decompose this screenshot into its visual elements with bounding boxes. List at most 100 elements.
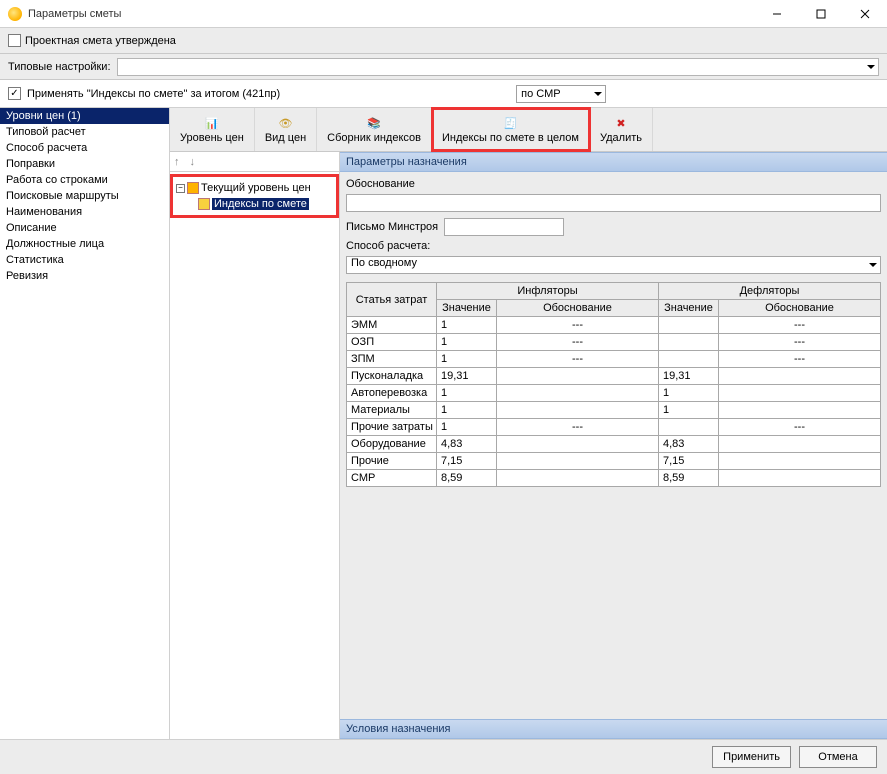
coefficients-table: Статья затрат Инфляторы Дефляторы Значен… (346, 282, 881, 487)
table-cell[interactable] (497, 368, 659, 385)
table-cell[interactable]: СМР (347, 470, 437, 487)
table-cell[interactable]: --- (719, 419, 881, 436)
tree-root[interactable]: − Текущий уровень цен (176, 180, 333, 196)
table-cell[interactable]: Прочие (347, 453, 437, 470)
table-cell[interactable] (719, 402, 881, 419)
table-cell[interactable]: 7,15 (437, 453, 497, 470)
basis-label: Обоснование (346, 178, 415, 190)
tree-collapse-icon[interactable]: − (176, 184, 185, 193)
table-cell[interactable]: --- (497, 351, 659, 368)
table-cell[interactable] (719, 470, 881, 487)
method-select[interactable]: По сводному (346, 256, 881, 274)
table-cell[interactable]: ЭММ (347, 317, 437, 334)
method-row: Способ расчета: (346, 240, 881, 252)
params-body: Обоснование Письмо Минстроя Способ расче… (340, 172, 887, 719)
toolbar: 📊Уровень цен👁Вид цен📚Сборник индексов🧾Ин… (170, 108, 887, 152)
table-cell[interactable]: 1 (437, 334, 497, 351)
th-item: Статья затрат (347, 283, 437, 317)
table-cell[interactable]: --- (719, 351, 881, 368)
tree-child[interactable]: Индексы по смете (176, 196, 333, 212)
apply-indices-checkbox[interactable] (8, 87, 21, 100)
toolbar-label: Уровень цен (180, 132, 244, 144)
table-cell[interactable] (497, 453, 659, 470)
minimize-button[interactable] (755, 0, 799, 28)
toolbar-label: Вид цен (265, 132, 306, 144)
table-cell[interactable]: 1 (659, 385, 719, 402)
table-cell[interactable]: 4,83 (659, 436, 719, 453)
table-cell[interactable]: 4,83 (437, 436, 497, 453)
arrow-up-icon[interactable]: ↑ (174, 156, 180, 168)
table-cell[interactable] (719, 385, 881, 402)
table-cell[interactable] (497, 470, 659, 487)
leftnav-item[interactable]: Способ расчета (0, 140, 169, 156)
th-defl-basis: Обоснование (719, 300, 881, 317)
table-cell[interactable] (719, 453, 881, 470)
table-cell[interactable]: --- (719, 317, 881, 334)
typical-dropdown[interactable] (117, 58, 879, 76)
leftnav-item[interactable]: Работа со строками (0, 172, 169, 188)
leftnav-item[interactable]: Ревизия (0, 268, 169, 284)
arrow-down-icon[interactable]: ↓ (190, 156, 196, 168)
table-cell[interactable]: 8,59 (437, 470, 497, 487)
table-cell[interactable]: 7,15 (659, 453, 719, 470)
table-cell[interactable]: --- (719, 334, 881, 351)
table-cell[interactable] (659, 334, 719, 351)
table-cell[interactable]: 1 (437, 351, 497, 368)
method-value: По сводному (351, 257, 417, 269)
apply-indices-label: Применять "Индексы по смете" за итогом (… (27, 88, 280, 100)
table-cell[interactable] (497, 436, 659, 453)
letter-input[interactable] (444, 218, 564, 236)
table-cell[interactable]: ОЗП (347, 334, 437, 351)
table-cell[interactable] (659, 419, 719, 436)
table-cell[interactable]: ЗПМ (347, 351, 437, 368)
leftnav-item[interactable]: Типовой расчет (0, 124, 169, 140)
leftnav-item[interactable]: Описание (0, 220, 169, 236)
toolbar-button[interactable]: 📚Сборник индексов (317, 108, 432, 151)
leftnav-item[interactable]: Наименования (0, 204, 169, 220)
table-cell[interactable] (497, 402, 659, 419)
table-cell[interactable] (497, 385, 659, 402)
leftnav-item[interactable]: Уровни цен (1) (0, 108, 169, 124)
table-cell[interactable] (659, 317, 719, 334)
maximize-button[interactable] (799, 0, 843, 28)
toolbar-button[interactable]: 📊Уровень цен (170, 108, 255, 151)
toolbar-button[interactable]: 🧾Индексы по смете в целом (432, 108, 590, 151)
table-cell[interactable]: 1 (437, 402, 497, 419)
table-cell[interactable]: 1 (437, 385, 497, 402)
table-cell[interactable]: 1 (437, 317, 497, 334)
leftnav-item[interactable]: Поправки (0, 156, 169, 172)
main-panel: 📊Уровень цен👁Вид цен📚Сборник индексов🧾Ин… (170, 108, 887, 739)
leftnav-item[interactable]: Поисковые маршруты (0, 188, 169, 204)
close-button[interactable] (843, 0, 887, 28)
toolbar-icon: 🧾 (501, 115, 519, 131)
table-cell[interactable]: Пусконаладка (347, 368, 437, 385)
leftnav-item[interactable]: Статистика (0, 252, 169, 268)
basis-input[interactable] (346, 194, 881, 212)
table-cell[interactable]: 8,59 (659, 470, 719, 487)
table-cell[interactable] (719, 436, 881, 453)
table-cell[interactable]: 19,31 (437, 368, 497, 385)
toolbar-button[interactable]: 👁Вид цен (255, 108, 317, 151)
basis-row: Обоснование (346, 178, 881, 190)
table-cell[interactable] (659, 351, 719, 368)
table-cell[interactable]: Прочие затраты (347, 419, 437, 436)
table-cell[interactable]: Материалы (347, 402, 437, 419)
table-cell[interactable]: --- (497, 419, 659, 436)
cancel-button[interactable]: Отмена (799, 746, 877, 768)
table-cell[interactable]: 1 (659, 402, 719, 419)
apply-button[interactable]: Применить (712, 746, 791, 768)
table-cell[interactable]: 1 (437, 419, 497, 436)
tree-root-label: Текущий уровень цен (201, 182, 311, 194)
table-cell[interactable] (719, 368, 881, 385)
smr-select[interactable]: по СМР (516, 85, 606, 103)
table-cell[interactable]: 19,31 (659, 368, 719, 385)
conditions-header: Условия назначения (340, 719, 887, 739)
th-defl-value: Значение (659, 300, 719, 317)
leftnav-item[interactable]: Должностные лица (0, 236, 169, 252)
approved-checkbox[interactable] (8, 34, 21, 47)
table-cell[interactable]: Автоперевозка (347, 385, 437, 402)
table-cell[interactable]: --- (497, 334, 659, 351)
table-cell[interactable]: --- (497, 317, 659, 334)
toolbar-button[interactable]: ✖Удалить (590, 108, 653, 151)
table-cell[interactable]: Оборудование (347, 436, 437, 453)
